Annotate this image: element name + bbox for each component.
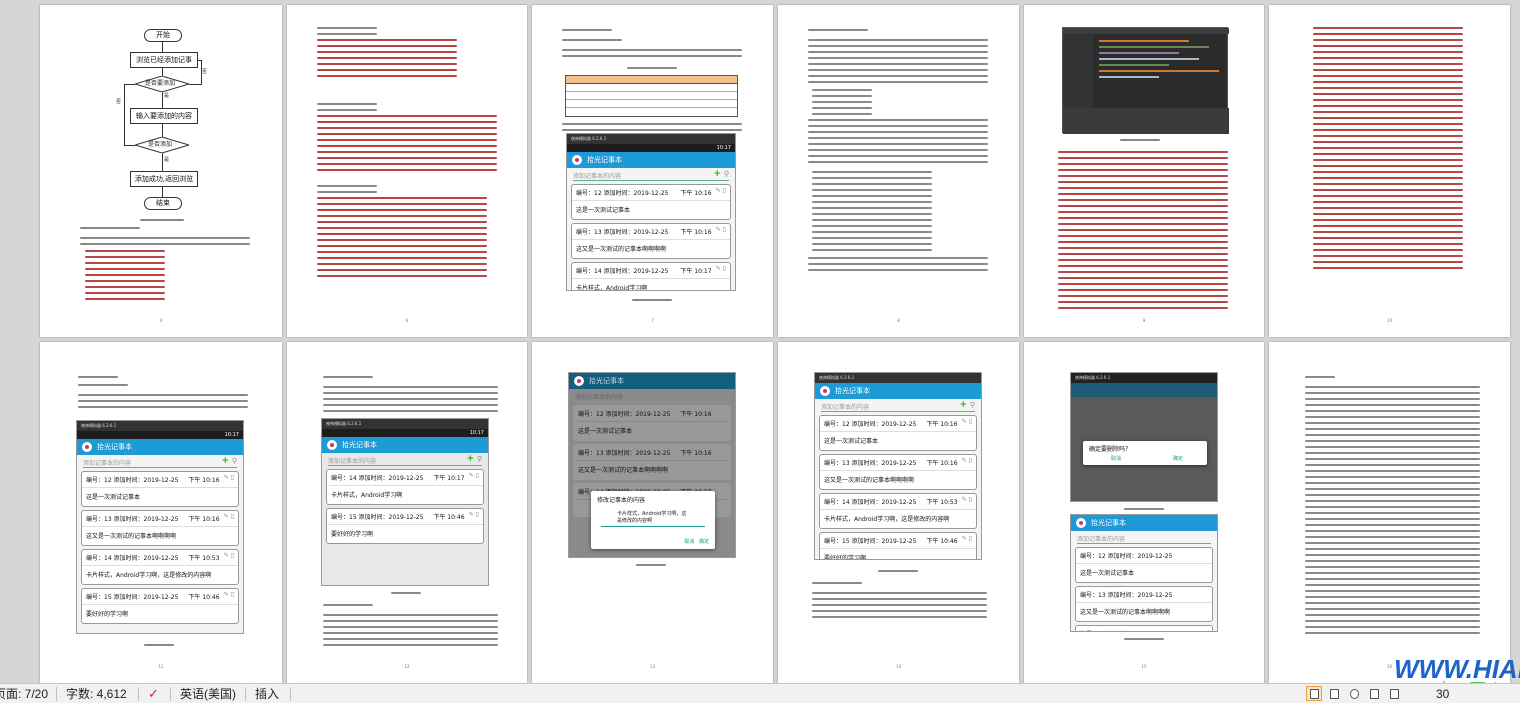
print-layout-view-button[interactable] (1306, 686, 1322, 701)
page-thumbnail-run-test[interactable]: 夜神模拟器 6.2.6.1 10:17 拾光记事本 添加记事本的内容 + ⚲ 编号：… (40, 342, 282, 683)
page-thumbnail-xml[interactable]: 10 (1269, 5, 1510, 337)
edit-delete-icons: ✎ ▯ (715, 187, 726, 194)
flowchart-yes-label-2: 是 (164, 157, 170, 163)
draft-view-button[interactable] (1386, 686, 1402, 701)
insert-mode[interactable]: 插入 (255, 686, 279, 702)
edit-dialog: 修改记事本的内容 卡片样式，Android学习啊，这是修改的内容啊 取消 确定 (591, 491, 715, 549)
edit-delete-icons: ✎ ▯ (715, 265, 726, 272)
flowchart-end: 结束 (144, 197, 182, 210)
flowchart-success: 添加成功,返回浏览 (130, 171, 198, 187)
spellcheck-icon[interactable]: ✓ (148, 686, 159, 702)
phone-screenshot-after-delete: 拾光记事本 添加记事本的内容 编号：12 添加时间：2019-12-25 这是一次… (1070, 514, 1218, 632)
page-thumbnail-edit-dialog[interactable]: 拾光记事本 添加记事本的内容 编号：12 添加时间：2019-12-25 下午 … (532, 342, 773, 683)
full-screen-reading-button[interactable] (1326, 686, 1342, 701)
web-layout-button[interactable] (1346, 686, 1362, 701)
phone-screenshot-search: 夜神模拟器 6.2.6.1 10:17 拾光记事本 添加记事本的内容 + ⚲ 编号：… (321, 418, 489, 586)
page-thumbnail-ide[interactable]: 9 (1024, 5, 1264, 337)
delete-cancel-button: 取消 (1111, 456, 1122, 462)
edit-delete-icons: ✎ ▯ (715, 226, 726, 233)
app-logo-icon (820, 386, 830, 396)
delete-dialog: 确定要删除吗？ 取消 确定 (1083, 441, 1207, 465)
note-input: 添加记事本的内容 + ⚲ (573, 169, 729, 181)
page-thumbnail-summary[interactable]: 16 (1269, 342, 1510, 683)
outline-view-button[interactable] (1366, 686, 1382, 701)
note-card: 编号：12 添加时间：2019-12-25 下午 10:16 ✎ ▯ 这是一次测试记… (571, 184, 731, 220)
page-thumbnail-code[interactable]: 6 (287, 5, 527, 337)
app-title: 拾光记事本 (587, 156, 622, 164)
app-logo-icon (327, 440, 337, 450)
flowchart-read-records: 浏览已经添加记事 (130, 52, 198, 68)
note-card: 编号：12 添加时间：2019-12-25 下午 10:16 ✎ ▯ 这是一次测试记… (81, 471, 239, 507)
add-icon: + (713, 169, 721, 179)
note-card: 编号：15 添加时间：2019-12-25 下午 10:46 ✎ ▯ 要好好的学习啊 (81, 588, 239, 624)
word-count[interactable]: 字数: 4,612 (66, 686, 127, 702)
language-indicator[interactable]: 英语(美国) (180, 686, 236, 702)
phone-screenshot-edit: 拾光记事本 添加记事本的内容 编号：12 添加时间：2019-12-25 下午 … (568, 372, 736, 558)
status-bar: 页面: 7/20 字数: 4,612 ✓ 英语(美国) 插入 30 (0, 683, 1520, 703)
search-icon: ⚲ (723, 170, 729, 178)
note-card: 编号：14 添加时间：2019-12-25 下午 10:17 ✎ ▯ 卡片样式，An… (571, 262, 731, 290)
page-thumbnail-search-test[interactable]: 夜神模拟器 6.2.6.1 10:17 拾光记事本 添加记事本的内容 + ⚲ 编号：… (287, 342, 527, 683)
app-logo-icon (572, 155, 582, 165)
page-thumbnail-edited-list[interactable]: 夜神模拟器 6.2.6.1 拾光记事本 添加记事本的内容 + ⚲ 编号：12 添加时… (778, 342, 1019, 683)
phone-screenshot-list: 夜神模拟器 6.2.6.1 10:17 拾光记事本 添加记事本的内容 + ⚲ 编号：… (76, 420, 244, 634)
flowchart-decision-add-label: 是否要添加 (145, 80, 176, 87)
dialog-cancel-button: 取消 (684, 539, 695, 545)
page-thumbnail-table-phone[interactable]: 夜神模拟器 6.2.6.1 10:17 拾光记事本 添加记事本的内容 + ⚲ 编号：… (532, 5, 773, 337)
add-icon: + (466, 454, 474, 464)
flowchart-no-label-2: 否 (116, 99, 122, 105)
note-card: 编号：13 添加时间：2019-12-25 下午 10:16 ✎ ▯ 这又是一次测试… (571, 223, 731, 259)
search-icon: ⚲ (231, 457, 237, 465)
flowchart-start: 开始 (144, 29, 182, 42)
flowchart-decision-confirm-label: 是否添加 (148, 141, 173, 148)
page-indicator[interactable]: 页面: 7/20 (0, 686, 48, 702)
note-card: 编号：14 添加时间：2019-12-25 下午 10:53 ✎ ▯ 卡片样式，An… (81, 549, 239, 585)
page-thumbnail-flowchart[interactable]: 开始 浏览已经添加记事 是否要添加 否 是 输入要添加的内容 是否添加 否 是 … (40, 5, 282, 337)
app-logo-icon (1076, 518, 1086, 528)
add-icon: + (221, 456, 229, 466)
flowchart-yes-label: 是 (164, 93, 170, 99)
phone-screenshot-delete: 夜神模拟器 6.2.6.1 确定要删除吗？ 取消 确定 (1070, 372, 1218, 502)
phone-screenshot-main: 夜神模拟器 6.2.6.1 10:17 拾光记事本 添加记事本的内容 + ⚲ 编号：… (566, 133, 736, 291)
delete-ok-button: 确定 (1172, 456, 1183, 462)
dialog-ok-button: 确定 (698, 539, 709, 545)
app-logo-icon (82, 442, 92, 452)
db-table (565, 75, 738, 117)
app-logo-icon (574, 376, 584, 386)
search-icon: ⚲ (476, 455, 482, 463)
page-thumbnail-text[interactable]: 8 (778, 5, 1019, 337)
page-thumbnail-delete-dialog[interactable]: 夜神模拟器 6.2.6.1 确定要删除吗？ 取消 确定 拾光记事本 添加记事本的… (1024, 342, 1264, 683)
ide-screenshot (1062, 27, 1229, 134)
zoom-level[interactable]: 30 (1436, 686, 1449, 702)
flowchart-input-content: 输入要添加的内容 (130, 108, 198, 124)
flowchart-no-label: 否 (202, 69, 208, 75)
note-card: 编号：14 添加时间：2019-12-25 下午 10:17 ✎ ▯ 卡片样式，An… (326, 469, 484, 505)
note-card: 编号：13 添加时间：2019-12-25 下午 10:16 ✎ ▯ 这又是一次测试… (81, 510, 239, 546)
document-canvas[interactable]: 开始 浏览已经添加记事 是否要添加 否 是 输入要添加的内容 是否添加 否 是 … (0, 0, 1520, 683)
note-card: 编号：15 添加时间：2019-12-25 下午 10:46 ✎ ▯ 要好好的学习啊 (326, 508, 484, 544)
phone-screenshot-edited: 夜神模拟器 6.2.6.1 拾光记事本 添加记事本的内容 + ⚲ 编号：12 添加时… (814, 372, 982, 560)
